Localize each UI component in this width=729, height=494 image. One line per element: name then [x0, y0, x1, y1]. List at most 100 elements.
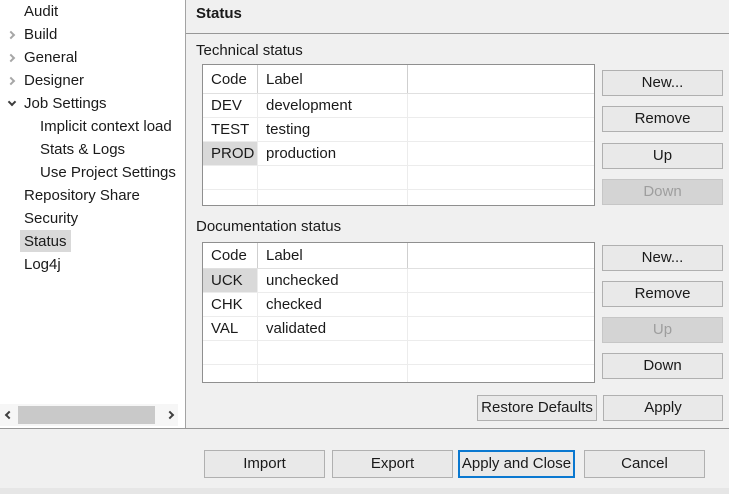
table-row[interactable]: CHKchecked: [203, 293, 594, 317]
sidebar-item-use-project-settings[interactable]: Use Project Settings: [0, 161, 185, 184]
empty-cell: [408, 269, 594, 292]
cancel-button[interactable]: Cancel: [584, 450, 705, 478]
empty-cell: [408, 118, 594, 141]
table-row[interactable]: [203, 166, 594, 190]
column-header-label: Label: [258, 65, 408, 93]
sidebar-item-audit[interactable]: Audit: [0, 0, 185, 23]
label-cell[interactable]: [258, 166, 408, 189]
column-header-empty: [408, 243, 594, 268]
sidebar-item-general[interactable]: General: [0, 46, 185, 69]
code-cell[interactable]: [203, 341, 258, 364]
technical-new-button[interactable]: New...: [602, 70, 723, 96]
window-bottom-edge: [0, 488, 729, 494]
settings-tree-panel: AuditBuildGeneralDesignerJob SettingsImp…: [0, 0, 186, 428]
dialog-button-bar: ImportExportApply and Close Cancel: [0, 428, 729, 494]
code-cell[interactable]: DEV: [203, 94, 258, 117]
label-cell[interactable]: checked: [258, 293, 408, 316]
empty-cell: [408, 166, 594, 189]
code-cell[interactable]: CHK: [203, 293, 258, 316]
documentation-status-table: CodeLabelUCKuncheckedCHKcheckedVALvalida…: [202, 242, 595, 383]
column-header-label: Label: [258, 243, 408, 268]
sidebar-item-label: Designer: [20, 69, 88, 91]
sidebar-item-log4j[interactable]: Log4j: [0, 253, 185, 276]
code-cell[interactable]: VAL: [203, 317, 258, 340]
table-header-row: CodeLabel: [203, 65, 594, 94]
scroll-right-icon[interactable]: [161, 404, 178, 426]
chevron-right-icon[interactable]: [5, 46, 19, 69]
sidebar-item-stats-logs[interactable]: Stats & Logs: [0, 138, 185, 161]
documentation-up-button: Up: [602, 317, 723, 343]
code-cell[interactable]: PROD: [203, 142, 258, 165]
apply-button[interactable]: Apply: [603, 395, 723, 421]
scrollbar-thumb[interactable]: [18, 406, 155, 424]
documentation-down-button[interactable]: Down: [602, 353, 723, 379]
sidebar-item-label: Status: [20, 230, 71, 252]
sidebar-item-label: Build: [20, 23, 61, 45]
apply-and-close-button[interactable]: Apply and Close: [458, 450, 575, 478]
import-button[interactable]: Import: [204, 450, 325, 478]
technical-remove-button[interactable]: Remove: [602, 106, 723, 132]
sidebar-item-status[interactable]: Status: [0, 230, 185, 253]
code-cell[interactable]: [203, 190, 258, 206]
technical-down-button: Down: [602, 179, 723, 205]
table-row[interactable]: [203, 190, 594, 206]
empty-cell: [408, 94, 594, 117]
code-cell[interactable]: [203, 166, 258, 189]
sidebar-item-repository-share[interactable]: Repository Share: [0, 184, 185, 207]
empty-cell: [408, 142, 594, 165]
chevron-right-icon[interactable]: [5, 23, 19, 46]
sidebar-item-security[interactable]: Security: [0, 207, 185, 230]
empty-cell: [408, 341, 594, 364]
empty-cell: [408, 190, 594, 206]
label-cell[interactable]: [258, 365, 408, 383]
sidebar-item-label: Audit: [20, 0, 62, 22]
table-row[interactable]: PRODproduction: [203, 142, 594, 166]
column-header-code: Code: [203, 65, 258, 93]
sidebar-item-label: Implicit context load: [36, 115, 176, 137]
label-cell[interactable]: [258, 190, 408, 206]
export-button[interactable]: Export: [332, 450, 453, 478]
page-title: Status: [196, 5, 242, 22]
chevron-right-icon[interactable]: [5, 69, 19, 92]
label-cell[interactable]: development: [258, 94, 408, 117]
code-cell[interactable]: TEST: [203, 118, 258, 141]
chevron-down-icon[interactable]: [5, 92, 19, 115]
sidebar-item-label: Stats & Logs: [36, 138, 129, 160]
column-header-empty: [408, 65, 594, 93]
technical-status-label: Technical status: [196, 42, 303, 60]
label-cell[interactable]: production: [258, 142, 408, 165]
table-row[interactable]: DEVdevelopment: [203, 94, 594, 118]
column-header-code: Code: [203, 243, 258, 268]
sidebar-item-implicit-context-load[interactable]: Implicit context load: [0, 115, 185, 138]
sidebar-item-label: General: [20, 46, 81, 68]
code-cell[interactable]: UCK: [203, 269, 258, 292]
technical-up-button[interactable]: Up: [602, 143, 723, 169]
scroll-left-icon[interactable]: [0, 404, 17, 426]
table-row[interactable]: VALvalidated: [203, 317, 594, 341]
label-cell[interactable]: unchecked: [258, 269, 408, 292]
label-cell[interactable]: [258, 341, 408, 364]
table-header-row: CodeLabel: [203, 243, 594, 269]
sidebar-item-build[interactable]: Build: [0, 23, 185, 46]
table-row[interactable]: [203, 365, 594, 383]
code-cell[interactable]: [203, 365, 258, 383]
sidebar-item-label: Security: [20, 207, 82, 229]
empty-cell: [408, 317, 594, 340]
documentation-new-button[interactable]: New...: [602, 245, 723, 271]
sidebar-item-label: Job Settings: [20, 92, 111, 114]
empty-cell: [408, 365, 594, 383]
sidebar-item-label: Use Project Settings: [36, 161, 180, 183]
sidebar-item-designer[interactable]: Designer: [0, 69, 185, 92]
sidebar-item-label: Log4j: [20, 253, 65, 275]
table-row[interactable]: UCKunchecked: [203, 269, 594, 293]
documentation-remove-button[interactable]: Remove: [602, 281, 723, 307]
table-row[interactable]: [203, 341, 594, 365]
label-cell[interactable]: testing: [258, 118, 408, 141]
sidebar-item-job-settings[interactable]: Job Settings: [0, 92, 185, 115]
table-row[interactable]: TESTtesting: [203, 118, 594, 142]
sidebar-item-label: Repository Share: [20, 184, 144, 206]
documentation-status-label: Documentation status: [196, 218, 341, 236]
horizontal-scrollbar[interactable]: [0, 404, 178, 426]
label-cell[interactable]: validated: [258, 317, 408, 340]
restore-defaults-button[interactable]: Restore Defaults: [477, 395, 597, 421]
